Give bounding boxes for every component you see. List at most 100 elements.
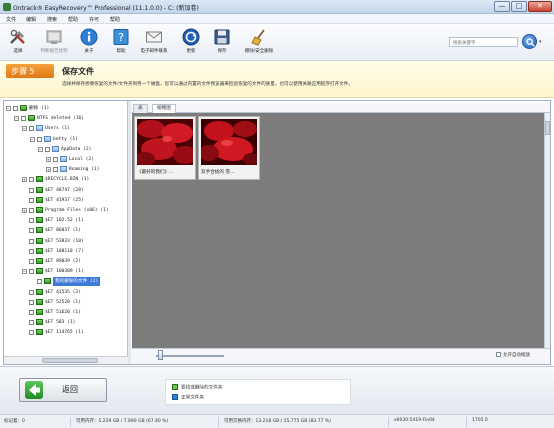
menu-help-2[interactable]: 帮助 xyxy=(110,16,120,23)
tree-node-checkbox[interactable] xyxy=(29,269,34,275)
tree-node[interactable]: $ET 53833 (10) xyxy=(6,237,127,246)
tree-node-label: NTFS deleted (16) xyxy=(37,116,85,122)
tree-node[interactable]: − AppData (2) xyxy=(6,145,127,154)
tree-node-checkbox[interactable] xyxy=(29,177,34,183)
tree-node[interactable]: + Local (2) xyxy=(6,155,127,164)
tree-node[interactable]: − Users (1) xyxy=(6,124,127,133)
menu-license[interactable]: 许可 xyxy=(89,16,99,23)
expand-icon[interactable]: + xyxy=(46,167,51,173)
autoscale-checkbox[interactable]: 允许自动缩放 xyxy=(496,352,530,358)
tree-node[interactable]: $ET 108110 (7) xyxy=(6,247,127,256)
collapse-icon[interactable]: − xyxy=(22,269,27,275)
tree-node[interactable]: $ET 41937 (25) xyxy=(6,196,127,205)
tree-node-checkbox[interactable] xyxy=(29,218,34,224)
tree-node-label: $ET 583 (1) xyxy=(45,320,76,326)
tree-node-checkbox[interactable] xyxy=(29,320,34,326)
tree-node[interactable]: $ET 51620 (1) xyxy=(6,308,127,317)
minimize-button[interactable]: — xyxy=(494,1,510,12)
tree-node-checkbox[interactable] xyxy=(29,126,34,132)
tree-node-checkbox[interactable] xyxy=(29,228,34,234)
tree-node-checkbox[interactable] xyxy=(29,330,34,336)
folder-tree[interactable]: − 删除 (1) − NTFS deleted (16) − Users (1) − bett… xyxy=(4,101,128,364)
menu-edit[interactable]: 编辑 xyxy=(26,16,36,23)
tree-node-checkbox[interactable] xyxy=(29,289,34,295)
expand-icon[interactable]: + xyxy=(22,208,27,213)
close-button[interactable]: ✕ xyxy=(528,1,552,12)
secure-erase-label: 擦除/安全删除 xyxy=(244,49,274,54)
tree-scroll-thumb[interactable] xyxy=(42,358,98,363)
email-button[interactable]: 电子邮件联系 xyxy=(141,26,168,59)
search-input[interactable]: 搜索关键字 xyxy=(449,37,518,47)
tree-node-checkbox[interactable] xyxy=(53,157,58,162)
tree-node-checkbox[interactable] xyxy=(29,299,34,305)
tree-node[interactable]: $ET 102.52 (1) xyxy=(6,216,127,225)
pane-splitter[interactable] xyxy=(128,101,131,364)
save-button[interactable]: 保存 xyxy=(209,26,235,59)
tree-node[interactable]: $ET 583 (1) xyxy=(6,318,127,327)
thumbnail-item[interactable]: 《最好的我们》... xyxy=(134,116,196,180)
tree-node[interactable]: $ET 114765 (1) xyxy=(6,328,127,337)
collapse-icon[interactable]: − xyxy=(38,146,43,152)
tree-node[interactable]: $ET 86037 (1) xyxy=(6,226,127,235)
collapse-icon[interactable]: − xyxy=(6,106,11,111)
tree-node-checkbox[interactable] xyxy=(45,146,50,152)
tree-node-checkbox[interactable] xyxy=(13,106,18,111)
report-button[interactable]: 判断报告找到 xyxy=(41,26,68,59)
tab-table[interactable]: 表 xyxy=(133,104,148,113)
tree-node-checkbox[interactable] xyxy=(29,248,34,254)
help-button[interactable]: ? 帮助 xyxy=(108,26,134,59)
tree-node-checkbox[interactable] xyxy=(21,116,26,122)
tree-node[interactable]: + Roaming (1) xyxy=(6,165,127,174)
tree-node-checkbox[interactable] xyxy=(29,187,34,193)
tree-node[interactable]: 我的删除的文件 (2) xyxy=(6,277,127,287)
tree-node-checkbox[interactable] xyxy=(29,208,34,213)
collapse-icon[interactable]: − xyxy=(14,116,19,122)
tree-node-checkbox[interactable] xyxy=(29,259,34,264)
tab-thumbnails[interactable]: 缩略图 xyxy=(152,104,176,113)
secure-erase-button[interactable]: 擦除/安全删除 xyxy=(245,26,273,59)
search-dropdown-icon[interactable]: ▾ xyxy=(539,39,542,45)
tree-node[interactable]: $ET 52520 (1) xyxy=(6,298,127,307)
tree-node-checkbox[interactable] xyxy=(29,310,34,315)
tree-node[interactable]: − 删除 (1) xyxy=(6,104,127,113)
tree-node[interactable]: − betty (1) xyxy=(6,135,127,144)
expand-icon[interactable]: + xyxy=(22,177,27,183)
about-button[interactable]: 关于 xyxy=(76,26,102,59)
tree-node-checkbox[interactable] xyxy=(29,197,34,203)
autoscale-box[interactable] xyxy=(496,352,501,357)
collapse-icon[interactable]: − xyxy=(22,126,27,132)
tree-node[interactable]: $ET 41535 (3) xyxy=(6,288,127,297)
legend-normal-swatch xyxy=(172,394,178,400)
menu-help[interactable]: 帮助 xyxy=(68,16,78,23)
menu-file[interactable]: 文件 xyxy=(6,16,16,23)
tree-node[interactable]: $ET 48747 (28) xyxy=(6,186,127,195)
status-separator xyxy=(466,417,467,427)
thumbnail-image xyxy=(137,119,193,165)
thumbnail-item[interactable]: 双手合拢的 雪... xyxy=(198,116,260,180)
update-button[interactable]: 更新 xyxy=(178,26,204,59)
select-button[interactable]: 选择 xyxy=(5,26,31,59)
update-icon xyxy=(182,28,200,46)
expand-icon[interactable]: + xyxy=(46,157,51,162)
zoom-slider-handle[interactable] xyxy=(158,350,163,360)
tree-node[interactable]: $ET 89039 (2) xyxy=(6,257,127,266)
zoom-slider-track[interactable] xyxy=(156,355,224,357)
tree-node-label: Local (2) xyxy=(69,157,94,162)
tree-horizontal-scrollbar[interactable] xyxy=(4,356,128,364)
status-separator xyxy=(218,417,219,427)
tree-node-checkbox[interactable] xyxy=(37,279,42,285)
maximize-button[interactable]: □ xyxy=(511,1,527,12)
tree-node-checkbox[interactable] xyxy=(29,238,34,244)
collapse-icon[interactable]: − xyxy=(30,136,35,142)
tree-node[interactable]: + $RECYCLE.BIN (1) xyxy=(6,175,127,184)
back-button-label: 返回 xyxy=(62,385,78,394)
tree-node[interactable]: + Program Files (x86) (1) xyxy=(6,206,127,215)
tree-node-checkbox[interactable] xyxy=(37,136,42,142)
thumbnail-scroll-thumb[interactable] xyxy=(545,121,550,135)
tree-node[interactable]: − NTFS deleted (16) xyxy=(6,114,127,123)
menu-search[interactable]: 搜索 xyxy=(47,16,57,23)
thumbnail-vertical-scrollbar[interactable] xyxy=(544,113,550,348)
tree-node-checkbox[interactable] xyxy=(53,167,58,173)
search-button[interactable] xyxy=(522,34,537,49)
tree-node[interactable]: − $ET 100309 (1) xyxy=(6,267,127,276)
